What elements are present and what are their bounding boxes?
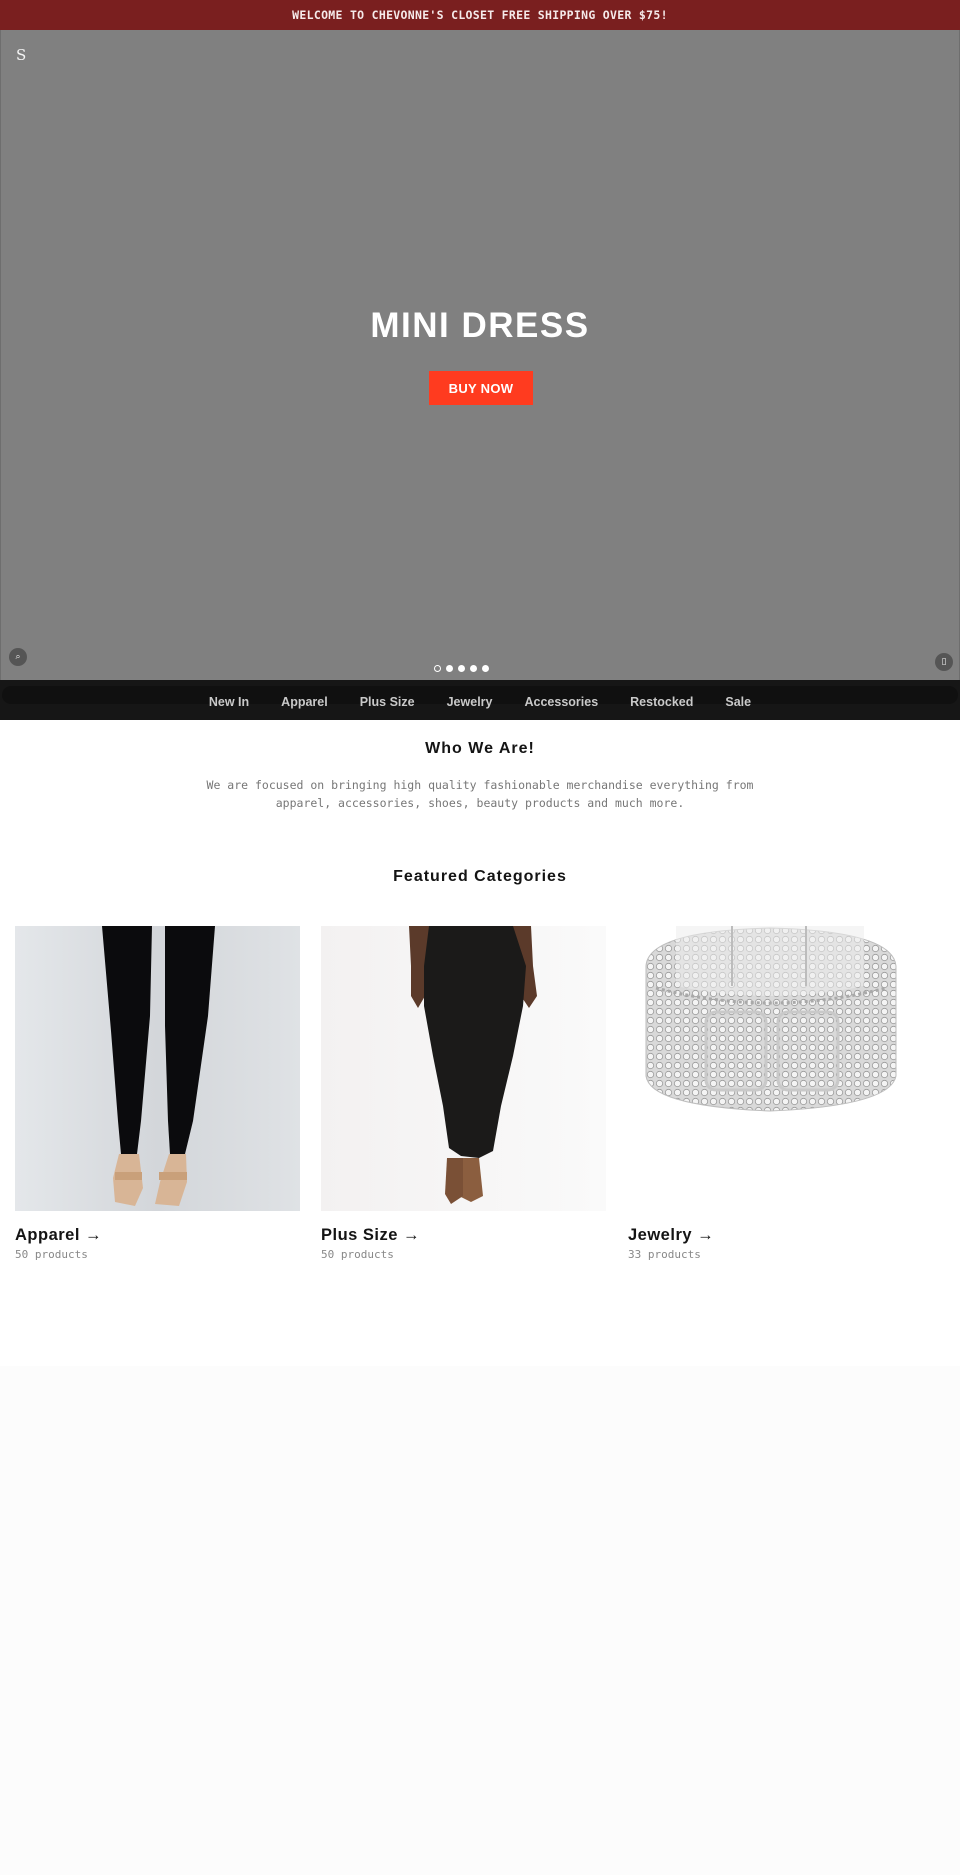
- nav-item-apparel[interactable]: Apparel: [265, 695, 344, 709]
- about-text: We are focused on bringing high quality …: [206, 778, 754, 810]
- main-nav: New In Apparel Plus Size Jewelry Accesso…: [0, 680, 960, 720]
- category-title[interactable]: Plus Size →: [321, 1226, 606, 1245]
- category-count: 33 products: [628, 1248, 701, 1261]
- store-logo[interactable]: S: [16, 46, 26, 64]
- category-title[interactable]: Apparel →: [15, 1226, 300, 1245]
- slide-dot[interactable]: [458, 665, 465, 672]
- slide-indicators: [434, 665, 489, 672]
- slide-dot[interactable]: [482, 665, 489, 672]
- nav-item-jewelry[interactable]: Jewelry: [431, 695, 509, 709]
- category-image-plus-size[interactable]: [321, 926, 606, 1211]
- category-card-jewelry[interactable]: Jewelry → 33 products: [628, 926, 913, 1261]
- announcement-bar: WELCOME TO CHEVONNE'S CLOSET FREE SHIPPI…: [0, 0, 960, 30]
- category-count: 50 products: [15, 1248, 88, 1261]
- category-title[interactable]: Jewelry →: [628, 1226, 913, 1245]
- nav-item-restocked[interactable]: Restocked: [614, 695, 709, 709]
- featured-title: Featured Categories: [393, 868, 567, 885]
- nav-item-new-in[interactable]: New In: [193, 695, 265, 709]
- lower-section: [0, 1366, 960, 1875]
- hero-title: MINI DRESS: [370, 306, 590, 345]
- category-image-jewelry[interactable]: [628, 926, 913, 1211]
- cart-icon[interactable]: ▯: [935, 653, 953, 671]
- category-count: 50 products: [321, 1248, 394, 1261]
- nav-item-accessories[interactable]: Accessories: [508, 695, 614, 709]
- about-title: Who We Are!: [425, 740, 535, 757]
- slide-dot[interactable]: [470, 665, 477, 672]
- hero-slideshow: S MINI DRESS BUY NOW ⌕ ▯: [0, 30, 960, 680]
- nav-item-plus-size[interactable]: Plus Size: [344, 695, 431, 709]
- slide-dot[interactable]: [434, 665, 441, 672]
- nav-item-sale[interactable]: Sale: [709, 695, 767, 709]
- content-section: Who We Are! We are focused on bringing h…: [0, 720, 960, 1366]
- category-card-plus-size[interactable]: Plus Size → 50 products: [321, 926, 606, 1261]
- buy-now-button[interactable]: BUY NOW: [429, 371, 533, 405]
- leggings-image: [15, 926, 300, 1211]
- dress-image: [321, 926, 606, 1211]
- category-image-apparel[interactable]: [15, 926, 300, 1211]
- search-icon[interactable]: ⌕: [9, 648, 27, 666]
- bracelet-image: [628, 926, 913, 1211]
- category-card-apparel[interactable]: Apparel → 50 products: [15, 926, 300, 1261]
- slide-dot[interactable]: [446, 665, 453, 672]
